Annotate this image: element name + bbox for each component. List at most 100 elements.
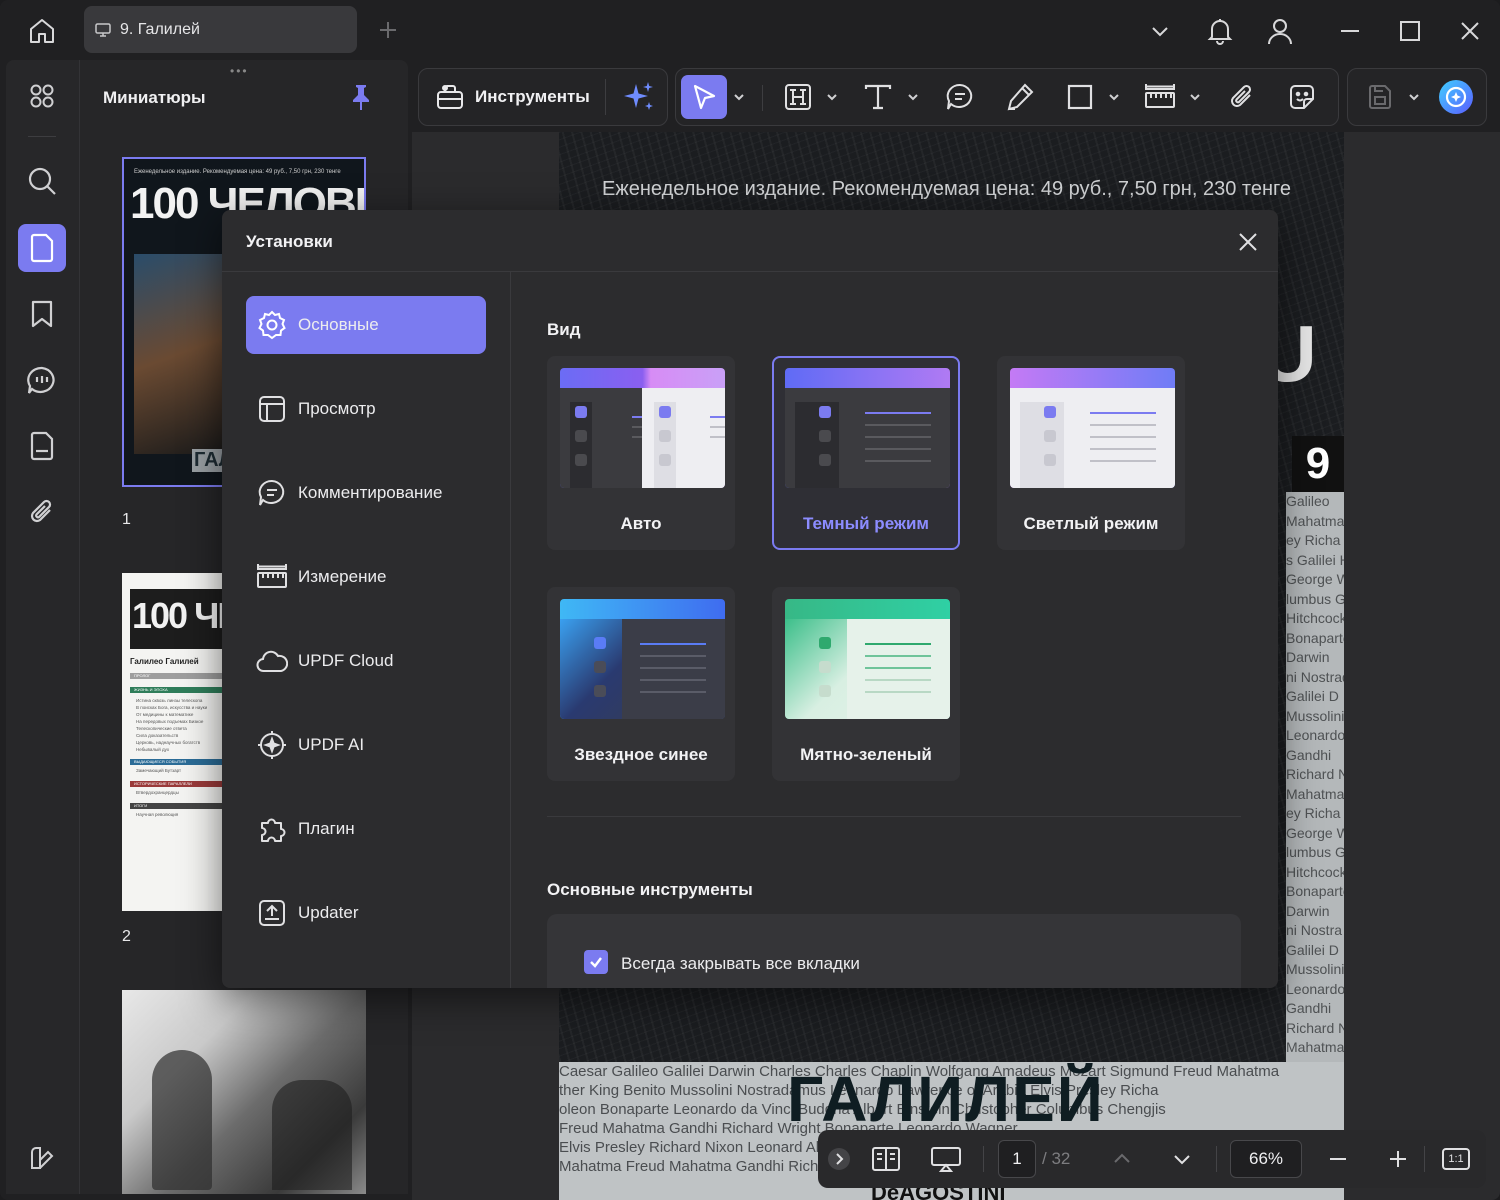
preview-line: [710, 436, 725, 438]
bookmark-icon: [31, 300, 53, 328]
theme-option-starry-blue[interactable]: Звездное синее: [547, 587, 735, 781]
new-tab-button[interactable]: [374, 16, 402, 44]
search-button[interactable]: [18, 157, 66, 205]
home-button[interactable]: [22, 14, 62, 48]
theme-preview: [560, 368, 725, 488]
always-close-tabs-checkbox[interactable]: [584, 950, 608, 974]
select-tool-dropdown[interactable]: [731, 75, 747, 119]
theme-option-auto[interactable]: Авто: [547, 356, 735, 550]
paperclip-icon: [1231, 84, 1252, 107]
attachments-page-button[interactable]: [18, 422, 66, 470]
collapse-nav-button[interactable]: [826, 1140, 852, 1178]
settings-nav-plugin[interactable]: Плагин: [246, 800, 486, 858]
theme-option-light[interactable]: Светлый режим: [997, 356, 1185, 550]
zoom-level[interactable]: 66%: [1230, 1140, 1302, 1178]
settings-nav-comment[interactable]: Комментирование: [246, 464, 486, 522]
maximize-button[interactable]: [1391, 12, 1429, 50]
document-tab-title: 9. Галилей: [120, 20, 200, 38]
strip-word: Hitchcock: [1286, 863, 1344, 880]
comment-tool-button[interactable]: [940, 75, 980, 119]
thumb2-line5: Научная революция: [136, 812, 179, 817]
presentation-button[interactable]: [926, 1140, 966, 1178]
theme-option-mint-green[interactable]: Мятно-зеленый: [772, 587, 960, 781]
sticker-icon: [1290, 85, 1314, 109]
updf-ai-button[interactable]: [1436, 75, 1476, 119]
preview-dot: [594, 637, 606, 649]
toolbar-divider: [762, 85, 763, 111]
dialog-title: Установки: [246, 232, 333, 251]
select-tool-button[interactable]: [681, 75, 727, 119]
next-page-button[interactable]: [1168, 1140, 1196, 1178]
text-tool-button[interactable]: [858, 75, 898, 119]
settings-nav-cloud[interactable]: UPDF Cloud: [246, 632, 486, 690]
tabs-dropdown-button[interactable]: [1141, 12, 1179, 50]
preview-dot: [1044, 430, 1056, 442]
strip-word: Bonaparte: [1286, 629, 1344, 646]
sparkle-icon: [624, 82, 653, 110]
dialog-close-button[interactable]: [1230, 224, 1266, 260]
theme-preview: [785, 599, 950, 719]
updf-logo-button[interactable]: [18, 1134, 66, 1182]
attach-tool-button[interactable]: [1222, 75, 1262, 119]
text-tool-dropdown[interactable]: [905, 75, 921, 119]
preview-dot: [819, 637, 831, 649]
preview-line: [1090, 412, 1156, 414]
actual-size-button[interactable]: 1:1: [1440, 1140, 1472, 1178]
strip-word: Bonaparte: [1286, 883, 1344, 899]
pencil-tool-button[interactable]: [1000, 75, 1040, 119]
attachments-button[interactable]: [18, 488, 66, 536]
document-tab[interactable]: 9. Галилей: [84, 6, 357, 53]
current-page-input[interactable]: 1: [998, 1140, 1036, 1178]
ai-sparkle-button[interactable]: [619, 77, 659, 117]
monitor-icon: [95, 22, 111, 37]
title-bar: 9. Галилей: [0, 0, 1500, 62]
thumbnails-button[interactable]: [18, 224, 66, 272]
settings-nav-updater[interactable]: Updater: [246, 884, 486, 942]
shape-tool-button[interactable]: [1060, 75, 1100, 119]
highlight-tool-button[interactable]: [778, 75, 818, 119]
zoom-in-button[interactable]: [1384, 1140, 1412, 1178]
settings-nav-general[interactable]: Основные: [246, 296, 486, 354]
save-button[interactable]: [1362, 75, 1398, 119]
bell-icon: [1207, 19, 1233, 45]
shape-tool-dropdown[interactable]: [1106, 75, 1122, 119]
highlight-tool-dropdown[interactable]: [824, 75, 840, 119]
preview-panel: [795, 402, 839, 488]
thumb2-line: Сила доказательств: [136, 733, 179, 738]
preview-dot: [594, 661, 606, 673]
basic-tools-section-title: Основные инструменты: [547, 880, 753, 899]
comments-button[interactable]: [18, 356, 66, 404]
notifications-button[interactable]: [1201, 12, 1239, 50]
preview-dot: [1044, 406, 1056, 418]
measure-tool-dropdown[interactable]: [1187, 75, 1203, 119]
close-icon: [1239, 233, 1257, 251]
always-close-tabs-label[interactable]: Всегда закрывать все вкладки: [621, 954, 860, 974]
account-button[interactable]: [1261, 12, 1299, 50]
preview-line: [865, 412, 931, 414]
annotation-toolbar: [675, 68, 1339, 126]
settings-nav-view[interactable]: Просмотр: [246, 380, 486, 438]
preview-dot: [659, 454, 671, 466]
page-layout-button[interactable]: [866, 1140, 906, 1178]
preview-line: [710, 426, 725, 428]
measure-tool-button[interactable]: [1140, 75, 1180, 119]
bookmarks-button[interactable]: [18, 290, 66, 338]
paperclip-icon: [30, 499, 52, 523]
pin-panel-button[interactable]: [346, 82, 376, 112]
settings-nav-measure[interactable]: Измерение: [246, 548, 486, 606]
apps-button[interactable]: [18, 72, 66, 120]
sticker-tool-button[interactable]: [1282, 75, 1322, 119]
minimize-button[interactable]: [1331, 12, 1369, 50]
previous-page-button[interactable]: [1108, 1140, 1136, 1178]
tools-button[interactable]: Инструменты: [418, 68, 668, 126]
settings-nav-ai[interactable]: UPDF AI: [246, 716, 486, 774]
user-icon: [1268, 19, 1292, 45]
theme-option-dark[interactable]: Темный режим: [772, 356, 960, 550]
thumbnail-page-3[interactable]: [122, 990, 366, 1194]
panel-drag-handle[interactable]: •••: [230, 64, 249, 78]
thumbnail-number: 1: [122, 511, 131, 528]
strip-word: Gandhi: [1286, 746, 1332, 763]
save-dropdown[interactable]: [1406, 75, 1422, 119]
close-window-button[interactable]: [1451, 12, 1489, 50]
zoom-out-button[interactable]: [1324, 1140, 1352, 1178]
